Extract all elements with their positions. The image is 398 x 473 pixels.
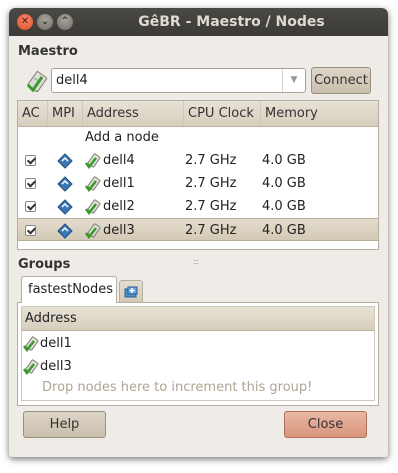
add-node-row[interactable]: Add a node [18,126,378,149]
window-minimize-button[interactable]: ⌄ [37,14,53,30]
table-row-selected[interactable]: dell3 2.7 GHz 4.0 GB [18,218,378,241]
ac-checkbox[interactable] [25,178,36,189]
pane-resize-grip[interactable]: ::: [193,257,199,266]
node-address: dell4 [103,153,135,168]
maestro-host-value: dell4 [56,73,88,88]
window-close-button[interactable]: ✕ [17,14,33,30]
group-panel: Address dell1 dell3 Drop nodes here to i… [17,302,379,406]
group-member-address: dell1 [40,336,72,351]
group-column-header-address[interactable]: Address [22,307,374,331]
window-maximize-button[interactable]: ⌃ [57,14,73,30]
chevron-down-icon[interactable]: ▼ [282,69,305,92]
group-members-list[interactable]: Address dell1 dell3 Drop nodes here to i… [21,306,375,401]
list-item[interactable]: dell3 [22,356,374,378]
window-title: GêBR - Maestro / Nodes [138,14,325,30]
node-icon [23,359,39,375]
node-icon [85,199,101,215]
connect-button[interactable]: Connect [311,67,371,94]
add-group-tab[interactable] [119,280,143,302]
node-icon [23,336,39,352]
column-header-address[interactable]: Address [83,101,184,126]
node-icon [85,176,101,192]
mpi-icon [57,176,73,192]
column-header-ac[interactable]: AC [18,101,48,126]
tab-label: fastestNodes [28,282,113,297]
node-cpu-clock: 2.7 GHz [185,199,237,214]
maestro-host-combobox[interactable]: dell4 ▼ [51,68,306,93]
tab-fastest-nodes[interactable]: fastestNodes [21,276,117,303]
title-bar[interactable]: ✕ ⌄ ⌃ GêBR - Maestro / Nodes [9,8,388,36]
node-cpu-clock: 2.7 GHz [185,223,237,238]
ac-checkbox[interactable] [25,155,36,166]
ac-checkbox[interactable] [25,225,36,236]
add-group-icon [124,286,138,298]
drop-hint: Drop nodes here to increment this group! [42,380,313,395]
node-cpu-clock: 2.7 GHz [185,153,237,168]
maestro-section-label: Maestro [18,44,78,59]
node-memory: 4.0 GB [262,223,306,238]
node-memory: 4.0 GB [262,199,306,214]
list-item[interactable]: dell1 [22,333,374,355]
table-row[interactable]: dell1 2.7 GHz 4.0 GB [18,172,378,195]
column-header-memory[interactable]: Memory [261,101,378,126]
maestro-nodes-window: ✕ ⌄ ⌃ GêBR - Maestro / Nodes Maestro del… [9,8,388,457]
nodes-table[interactable]: AC MPI Address CPU Clock Memory Add a no… [17,100,379,250]
groups-section-label: Groups [18,257,71,272]
ac-checkbox[interactable] [25,201,36,212]
mpi-icon [57,199,73,215]
nodes-table-header: AC MPI Address CPU Clock Memory [18,101,378,127]
node-address: dell3 [103,223,135,238]
node-icon [85,223,101,239]
node-memory: 4.0 GB [262,153,306,168]
close-button[interactable]: Close [284,411,367,438]
column-header-cpu-clock[interactable]: CPU Clock [184,101,261,126]
mpi-icon [57,223,73,239]
add-node-label[interactable]: Add a node [85,130,159,145]
node-address: dell2 [103,199,135,214]
help-button[interactable]: Help [23,411,106,438]
table-row[interactable]: dell2 2.7 GHz 4.0 GB [18,195,378,218]
column-header-mpi[interactable]: MPI [48,101,83,126]
node-icon [85,153,101,169]
table-row[interactable]: dell4 2.7 GHz 4.0 GB [18,149,378,172]
node-cpu-clock: 2.7 GHz [185,176,237,191]
server-icon [26,71,47,93]
node-address: dell1 [103,176,135,191]
mpi-icon [57,153,73,169]
node-memory: 4.0 GB [262,176,306,191]
group-member-address: dell3 [40,359,72,374]
